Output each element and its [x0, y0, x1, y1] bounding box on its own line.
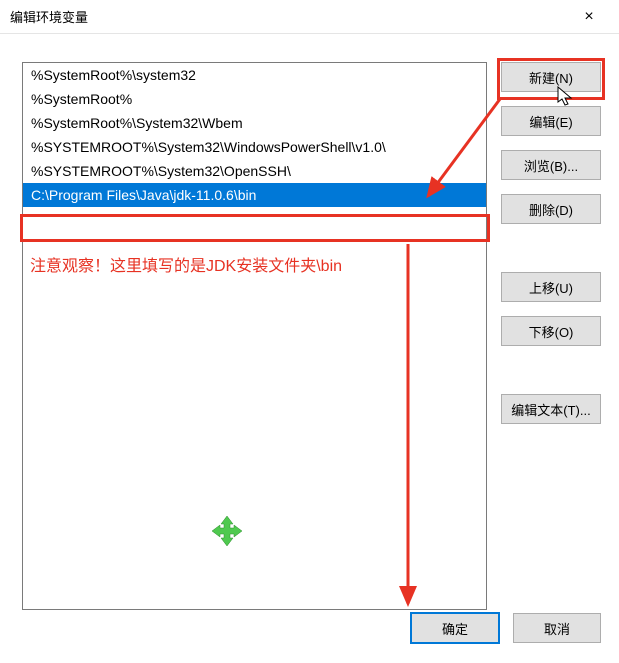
cancel-button[interactable]: 取消 — [513, 613, 601, 643]
new-button[interactable]: 新建(N) — [501, 62, 601, 92]
ok-button[interactable]: 确定 — [411, 613, 499, 643]
movedown-button[interactable]: 下移(O) — [501, 316, 601, 346]
list-item[interactable]: %SystemRoot%\system32 — [23, 63, 486, 87]
list-item-selected[interactable]: C:\Program Files\Java\jdk-11.0.6\bin — [23, 183, 486, 207]
moveup-button[interactable]: 上移(U) — [501, 272, 601, 302]
edittext-button[interactable]: 编辑文本(T)... — [501, 394, 601, 424]
close-button[interactable]: × — [569, 3, 609, 31]
titlebar: 编辑环境变量 × — [0, 0, 619, 34]
list-item[interactable]: %SYSTEMROOT%\System32\OpenSSH\ — [23, 159, 486, 183]
edit-button[interactable]: 编辑(E) — [501, 106, 601, 136]
close-icon: × — [584, 8, 593, 26]
dialog-content: %SystemRoot%\system32 %SystemRoot% %Syst… — [0, 34, 619, 663]
path-listbox[interactable]: %SystemRoot%\system32 %SystemRoot% %Syst… — [22, 62, 487, 610]
list-item[interactable]: %SystemRoot%\System32\Wbem — [23, 111, 486, 135]
window-title: 编辑环境变量 — [10, 7, 569, 26]
delete-button[interactable]: 删除(D) — [501, 194, 601, 224]
bottom-buttons: 确定 取消 — [411, 613, 601, 643]
list-item[interactable]: %SYSTEMROOT%\System32\WindowsPowerShell\… — [23, 135, 486, 159]
browse-button[interactable]: 浏览(B)... — [501, 150, 601, 180]
list-item[interactable]: %SystemRoot% — [23, 87, 486, 111]
buttons-column: 新建(N) 编辑(E) 浏览(B)... 删除(D) 上移(U) 下移(O) 编… — [501, 62, 601, 424]
